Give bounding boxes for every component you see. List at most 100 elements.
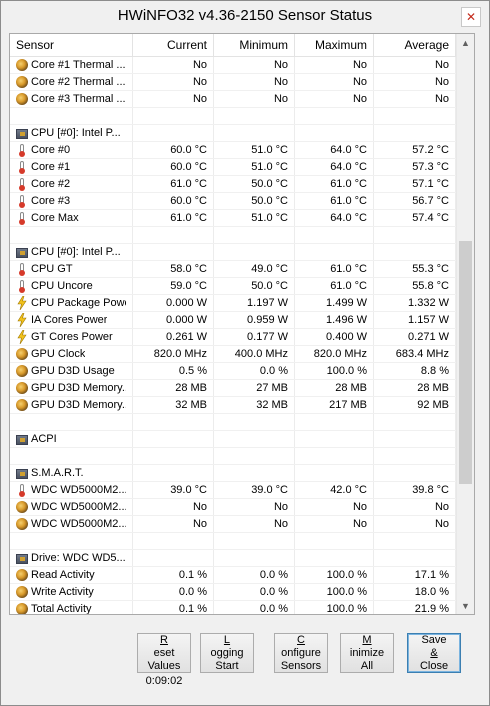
cell-average	[374, 227, 456, 243]
configure-sensors-button[interactable]: Configure Sensors	[274, 633, 328, 673]
cell-average: No	[374, 57, 456, 73]
cell-current: 60.0 °C	[133, 193, 214, 209]
cell-minimum: 51.0 °C	[214, 210, 295, 226]
cell-sensor	[10, 533, 133, 549]
sensor-name: Core #3 Thermal ...	[31, 92, 126, 105]
cell-maximum: 61.0 °C	[295, 278, 374, 294]
cell-minimum	[214, 244, 295, 260]
column-header-current[interactable]: Current	[133, 34, 214, 56]
table-row[interactable]: Core #1 Thermal ... No No No No	[10, 57, 456, 74]
scroll-up-arrow-icon[interactable]: ▲	[457, 34, 474, 51]
reset-values-button[interactable]: Reset Values	[137, 633, 191, 673]
table-row[interactable]: Total Activity 0.1 % 0.0 % 100.0 % 21.9 %	[10, 601, 456, 615]
scroll-thumb[interactable]	[459, 241, 472, 484]
table-row[interactable]: CPU [#0]: Intel P...	[10, 125, 456, 142]
cell-maximum: 0.400 W	[295, 329, 374, 345]
cell-current	[133, 125, 214, 141]
cell-sensor: CPU Uncore	[10, 278, 133, 294]
table-row-empty[interactable]	[10, 227, 456, 244]
cell-average: 55.3 °C	[374, 261, 456, 277]
cell-sensor: GPU D3D Memory...	[10, 380, 133, 396]
cell-minimum: 49.0 °C	[214, 261, 295, 277]
cell-maximum	[295, 227, 374, 243]
chip-icon	[16, 468, 28, 479]
table-row[interactable]: GPU D3D Memory... 32 MB 32 MB 217 MB 92 MB	[10, 397, 456, 414]
cell-maximum	[295, 125, 374, 141]
table-row[interactable]: Read Activity 0.1 % 0.0 % 100.0 % 17.1 %	[10, 567, 456, 584]
sensor-icon	[16, 501, 28, 513]
cell-minimum	[214, 125, 295, 141]
table-row[interactable]: CPU [#0]: Intel P...	[10, 244, 456, 261]
table-row-empty[interactable]	[10, 448, 456, 465]
cell-average: 28 MB	[374, 380, 456, 396]
table-row[interactable]: Core #0 60.0 °C 51.0 °C 64.0 °C 57.2 °C	[10, 142, 456, 159]
save-label-2: Close	[419, 659, 449, 672]
save-close-button[interactable]: Save & Close	[407, 633, 461, 673]
column-header-sensor[interactable]: Sensor	[10, 34, 133, 56]
cell-current: 0.1 %	[133, 567, 214, 583]
configure-label-2: Sensors	[280, 659, 322, 672]
table-row[interactable]: WDC WD5000M2... No No No No	[10, 516, 456, 533]
lightning-icon	[17, 296, 27, 310]
cell-sensor: Drive: WDC WD5...	[10, 550, 133, 566]
table-row[interactable]: Core Max 61.0 °C 51.0 °C 64.0 °C 57.4 °C	[10, 210, 456, 227]
sensor-icon	[16, 586, 28, 598]
title-bar[interactable]: HWiNFO32 v4.36-2150 Sensor Status ✕	[1, 1, 489, 31]
cell-current	[133, 244, 214, 260]
table-row-empty[interactable]	[10, 108, 456, 125]
logging-start-button[interactable]: Logging Start	[200, 633, 254, 673]
column-header-maximum[interactable]: Maximum	[295, 34, 374, 56]
table-row[interactable]: IA Cores Power 0.000 W 0.959 W 1.496 W 1.157…	[10, 312, 456, 329]
table-row[interactable]: CPU GT 58.0 °C 49.0 °C 61.0 °C 55.3 °C	[10, 261, 456, 278]
cell-average: 0.271 W	[374, 329, 456, 345]
table-row[interactable]: CPU Uncore 59.0 °C 50.0 °C 61.0 °C 55.8 °C	[10, 278, 456, 295]
configure-label-1: onfigure	[281, 646, 321, 659]
cell-maximum: 64.0 °C	[295, 159, 374, 175]
cell-sensor: Core #2	[10, 176, 133, 192]
scroll-down-arrow-icon[interactable]: ▼	[457, 597, 474, 614]
sensor-icon	[16, 518, 28, 530]
cell-current: 60.0 °C	[133, 142, 214, 158]
cell-sensor: CPU [#0]: Intel P...	[10, 244, 133, 260]
table-row[interactable]: WDC WD5000M2... No No No No	[10, 499, 456, 516]
cell-sensor: WDC WD5000M2...	[10, 482, 133, 498]
cell-average	[374, 244, 456, 260]
table-row[interactable]: GT Cores Power 0.261 W 0.177 W 0.400 W 0.271…	[10, 329, 456, 346]
thermometer-icon	[19, 211, 25, 225]
table-row[interactable]: ACPI	[10, 431, 456, 448]
vertical-scrollbar[interactable]: ▲ ▼	[456, 34, 474, 614]
sensor-name: Total Activity	[31, 602, 92, 615]
table-row[interactable]: CPU Package Power 0.000 W 1.197 W 1.499 W 1.…	[10, 295, 456, 312]
table-row[interactable]: Core #2 Thermal ... No No No No	[10, 74, 456, 91]
minimize-label-2: All	[360, 659, 374, 672]
table-row-empty[interactable]	[10, 414, 456, 431]
table-row[interactable]: Drive: WDC WD5...	[10, 550, 456, 567]
cell-current: 59.0 °C	[133, 278, 214, 294]
table-row[interactable]: Write Activity 0.0 % 0.0 % 100.0 % 18.0 %	[10, 584, 456, 601]
table-row[interactable]: GPU D3D Usage 0.5 % 0.0 % 100.0 % 8.8 %	[10, 363, 456, 380]
table-row[interactable]: Core #1 60.0 °C 51.0 °C 64.0 °C 57.3 °C	[10, 159, 456, 176]
cell-minimum	[214, 431, 295, 447]
sensor-icon	[16, 348, 28, 360]
minimize-all-button[interactable]: Minimize All	[340, 633, 394, 673]
table-row[interactable]: Core #3 60.0 °C 50.0 °C 61.0 °C 56.7 °C	[10, 193, 456, 210]
table-row[interactable]: Core #2 61.0 °C 50.0 °C 61.0 °C 57.1 °C	[10, 176, 456, 193]
column-header-minimum[interactable]: Minimum	[214, 34, 295, 56]
column-header-average[interactable]: Average	[374, 34, 456, 56]
cell-maximum: No	[295, 91, 374, 107]
sensor-icon	[16, 76, 28, 88]
table-row[interactable]: WDC WD5000M2... 39.0 °C 39.0 °C 42.0 °C 39.8…	[10, 482, 456, 499]
cell-maximum: 100.0 %	[295, 363, 374, 379]
cell-average	[374, 550, 456, 566]
sensor-name: GPU D3D Usage	[31, 364, 115, 377]
reset-accel-key: R	[160, 633, 168, 646]
table-row[interactable]: S.M.A.R.T.	[10, 465, 456, 482]
close-button[interactable]: ✕	[461, 7, 481, 27]
cell-minimum: 50.0 °C	[214, 278, 295, 294]
table-row-empty[interactable]	[10, 533, 456, 550]
cell-current: No	[133, 91, 214, 107]
table-row[interactable]: GPU Clock 820.0 MHz 400.0 MHz 820.0 MHz 683.…	[10, 346, 456, 363]
table-row[interactable]: GPU D3D Memory... 28 MB 27 MB 28 MB 28 MB	[10, 380, 456, 397]
table-row[interactable]: Core #3 Thermal ... No No No No	[10, 91, 456, 108]
thermometer-icon	[19, 143, 25, 157]
